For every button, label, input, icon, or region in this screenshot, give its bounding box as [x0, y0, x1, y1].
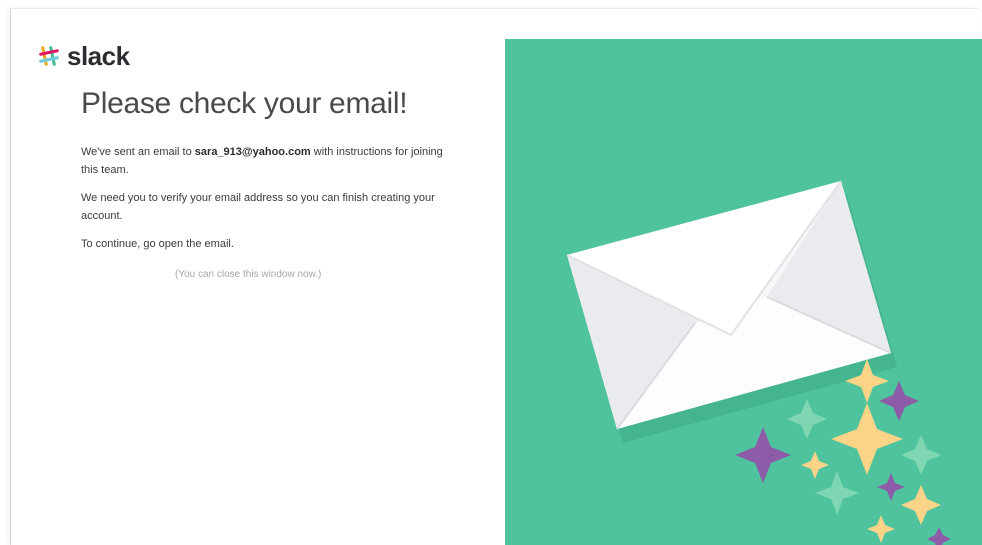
envelope-icon [566, 180, 897, 443]
verify-message: We need you to verify your email address… [81, 192, 435, 222]
sparkle-icon [901, 485, 941, 525]
close-window-note: (You can close this window now.) [175, 269, 322, 280]
illustration-canvas [566, 180, 951, 545]
sparkle-icon [831, 403, 903, 475]
slack-hash-icon [39, 46, 59, 66]
page-title: Please check your email! [81, 87, 408, 120]
brand-name: slack [67, 40, 130, 71]
sparkle-icon [927, 527, 951, 545]
sparkle-icon [735, 427, 791, 483]
sparkle-icon [815, 471, 859, 515]
sparkle-icon [879, 381, 919, 421]
email-address: sara_913@yahoo.com [194, 146, 311, 158]
email-illustration [505, 39, 982, 545]
sparkle-icon [877, 473, 905, 501]
sparkle-icon [801, 451, 829, 479]
continue-message: To continue, go open the email. [81, 238, 234, 250]
sparkle-icon [867, 515, 895, 543]
slack-logo[interactable]: slack [37, 41, 130, 71]
sparkle-icon [787, 399, 827, 439]
sparkle-icon [901, 435, 941, 475]
page-frame: slack Please check your email! We've sen… [10, 8, 982, 545]
sent-email-text-start: We've sent an email to [81, 146, 195, 158]
confirmation-panel: Please check your email! We've sent an e… [81, 87, 461, 280]
sent-email-message: We've sent an email to sara_913@yahoo.co… [81, 143, 456, 179]
